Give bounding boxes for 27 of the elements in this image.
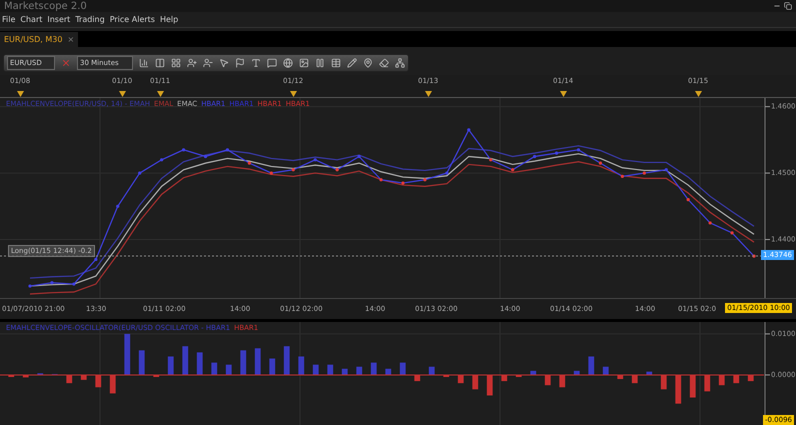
point (204, 154, 208, 158)
tab-close[interactable]: × (67, 35, 74, 44)
point (116, 204, 120, 208)
menu-item[interactable]: Help (160, 15, 178, 24)
point (554, 152, 558, 155)
point (182, 148, 186, 152)
menu-item[interactable]: Chart (20, 15, 42, 24)
point (94, 258, 98, 262)
point (50, 281, 54, 284)
point (467, 128, 470, 132)
point (533, 154, 536, 158)
menu-item[interactable]: File (2, 15, 16, 24)
menu-item[interactable]: Price Alerts (110, 15, 155, 24)
point (138, 171, 142, 175)
point (72, 282, 76, 286)
point (664, 168, 668, 172)
menu-item[interactable]: Insert (47, 15, 70, 24)
menu-item[interactable]: Trading (75, 15, 105, 24)
point (576, 148, 580, 152)
point (226, 148, 230, 152)
point (314, 158, 317, 162)
point (28, 284, 32, 288)
chart-tab[interactable]: EUR/USD, M30 × (0, 32, 78, 47)
point (445, 171, 448, 175)
window-title: Marketscope 2.0 (4, 0, 87, 12)
point (160, 158, 164, 162)
point (357, 154, 361, 158)
